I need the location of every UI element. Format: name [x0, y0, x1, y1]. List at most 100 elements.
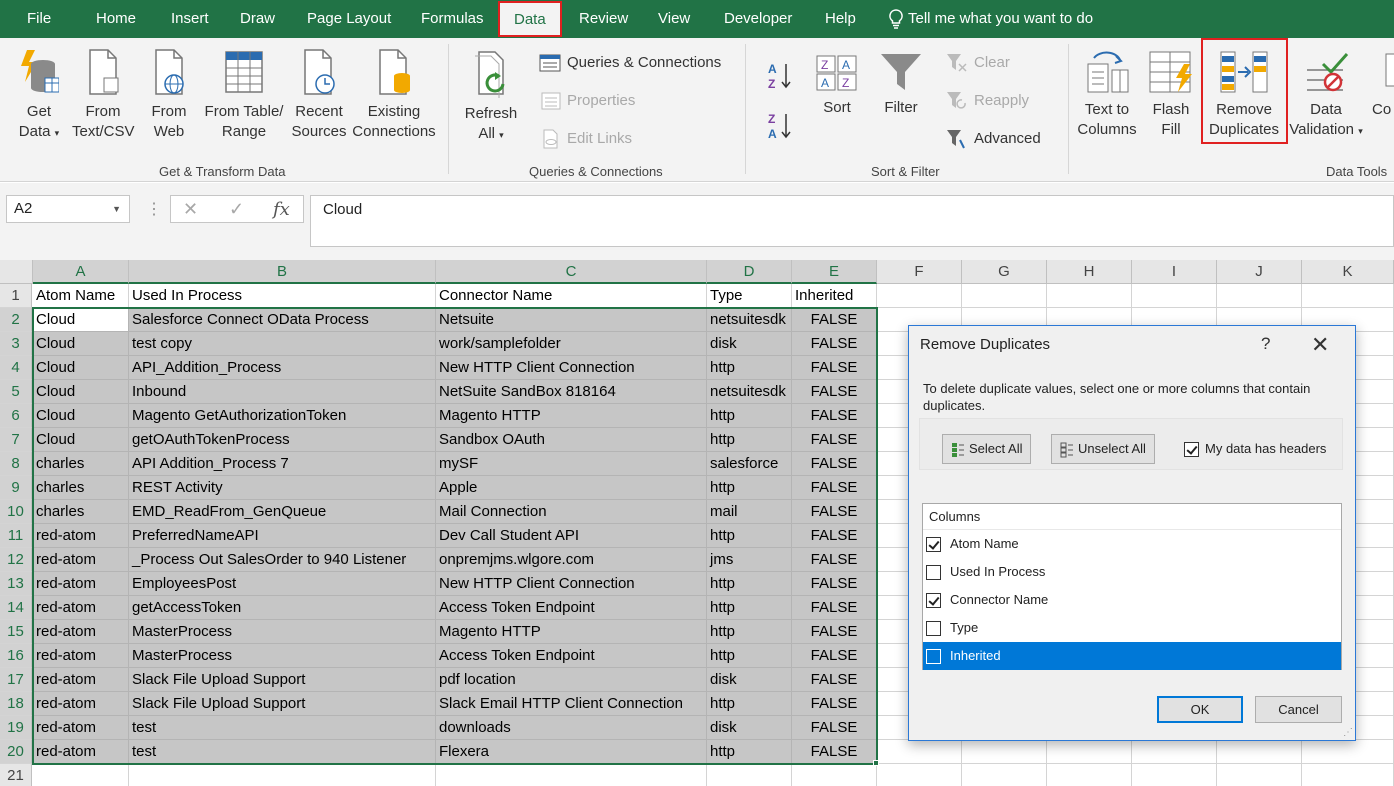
my-data-has-headers-checkbox[interactable]: My data has headers — [1184, 441, 1326, 458]
cell-d12[interactable]: jms — [707, 548, 792, 572]
fill-handle[interactable] — [873, 760, 879, 766]
row-header-6[interactable]: 6 — [0, 404, 32, 428]
tab-developer[interactable]: Developer — [724, 0, 792, 38]
cell-c12[interactable]: onpremjms.wlgore.com — [436, 548, 707, 572]
cell-g1[interactable] — [962, 284, 1047, 308]
cell-b7[interactable]: getOAuthTokenProcess — [129, 428, 436, 452]
cell-a19[interactable]: red-atom — [33, 716, 129, 740]
row-header-13[interactable]: 13 — [0, 572, 32, 596]
row-header-9[interactable]: 9 — [0, 476, 32, 500]
cell-a21[interactable] — [33, 764, 129, 786]
cell-b12[interactable]: _Process Out SalesOrder to 940 Listener — [129, 548, 436, 572]
ok-button[interactable]: OK — [1157, 696, 1243, 723]
cell-d1[interactable]: Type — [707, 284, 792, 308]
cell-e3[interactable]: FALSE — [792, 332, 877, 356]
cell-b21[interactable] — [129, 764, 436, 786]
close-button[interactable]: ✕ — [1311, 332, 1329, 358]
cell-d10[interactable]: mail — [707, 500, 792, 524]
checkbox-box[interactable] — [1184, 442, 1199, 458]
cell-a9[interactable]: charles — [33, 476, 129, 500]
cell-b3[interactable]: test copy — [129, 332, 436, 356]
cell-a7[interactable]: Cloud — [33, 428, 129, 452]
cell-a10[interactable]: charles — [33, 500, 129, 524]
tab-view[interactable]: View — [658, 0, 690, 38]
cell-d18[interactable]: http — [707, 692, 792, 716]
cell-h20[interactable] — [1047, 740, 1132, 764]
cell-j1[interactable] — [1217, 284, 1302, 308]
row-header-11[interactable]: 11 — [0, 524, 32, 548]
cell-d2[interactable]: netsuitesdk — [707, 308, 792, 332]
checkbox-box[interactable] — [926, 593, 941, 609]
cell-g21[interactable] — [962, 764, 1047, 786]
row-header-3[interactable]: 3 — [0, 332, 32, 356]
cell-e12[interactable]: FALSE — [792, 548, 877, 572]
cell-a18[interactable]: red-atom — [33, 692, 129, 716]
tab-formulas[interactable]: Formulas — [421, 0, 484, 38]
chevron-down-icon[interactable]: ▼ — [112, 196, 121, 222]
cell-d15[interactable]: http — [707, 620, 792, 644]
cell-a14[interactable]: red-atom — [33, 596, 129, 620]
formula-bar-grip[interactable]: ⋮ — [146, 199, 162, 219]
row-header-10[interactable]: 10 — [0, 500, 32, 524]
resize-grip-icon[interactable]: ⋰ — [1343, 727, 1353, 738]
cancel-button[interactable]: Cancel — [1255, 696, 1342, 723]
cell-c9[interactable]: Apple — [436, 476, 707, 500]
cell-b16[interactable]: MasterProcess — [129, 644, 436, 668]
cell-j20[interactable] — [1217, 740, 1302, 764]
cell-a8[interactable]: charles — [33, 452, 129, 476]
row-header-5[interactable]: 5 — [0, 380, 32, 404]
flash-fill-button[interactable]: Flash Fill — [1146, 50, 1196, 140]
cell-e13[interactable]: FALSE — [792, 572, 877, 596]
cell-b18[interactable]: Slack File Upload Support — [129, 692, 436, 716]
row-header-20[interactable]: 20 — [0, 740, 32, 764]
cell-d11[interactable]: http — [707, 524, 792, 548]
cell-c15[interactable]: Magento HTTP — [436, 620, 707, 644]
cell-i20[interactable] — [1132, 740, 1217, 764]
cell-f20[interactable] — [877, 740, 962, 764]
cell-f21[interactable] — [877, 764, 962, 786]
cell-c19[interactable]: downloads — [436, 716, 707, 740]
name-box[interactable]: A2 ▼ — [6, 195, 130, 223]
cell-c16[interactable]: Access Token Endpoint — [436, 644, 707, 668]
cell-a1[interactable]: Atom Name — [33, 284, 129, 308]
cell-e20[interactable]: FALSE — [792, 740, 877, 764]
row-header-2[interactable]: 2 — [0, 308, 32, 332]
cell-b8[interactable]: API Addition_Process 7 — [129, 452, 436, 476]
cell-d6[interactable]: http — [707, 404, 792, 428]
cell-b13[interactable]: EmployeesPost — [129, 572, 436, 596]
row-header-19[interactable]: 19 — [0, 716, 32, 740]
cell-b15[interactable]: MasterProcess — [129, 620, 436, 644]
column-header-f[interactable]: F — [877, 260, 962, 284]
cell-a17[interactable]: red-atom — [33, 668, 129, 692]
cell-k20[interactable] — [1302, 740, 1394, 764]
cell-d8[interactable]: salesforce — [707, 452, 792, 476]
recent-sources-button[interactable]: Recent Sources — [290, 48, 348, 142]
text-to-columns-button[interactable]: Text to Columns — [1076, 50, 1138, 140]
cell-a20[interactable]: red-atom — [33, 740, 129, 764]
cell-d17[interactable]: disk — [707, 668, 792, 692]
cell-e8[interactable]: FALSE — [792, 452, 877, 476]
cell-a4[interactable]: Cloud — [33, 356, 129, 380]
cell-c20[interactable]: Flexera — [436, 740, 707, 764]
tell-me-search[interactable]: Tell me what you want to do — [888, 0, 1093, 38]
cell-b20[interactable]: test — [129, 740, 436, 764]
cell-e19[interactable]: FALSE — [792, 716, 877, 740]
cell-c17[interactable]: pdf location — [436, 668, 707, 692]
formula-input[interactable]: Cloud — [310, 195, 1394, 247]
cell-a5[interactable]: Cloud — [33, 380, 129, 404]
column-header-h[interactable]: H — [1047, 260, 1132, 284]
cell-e16[interactable]: FALSE — [792, 644, 877, 668]
tab-help[interactable]: Help — [825, 0, 856, 38]
row-header-7[interactable]: 7 — [0, 428, 32, 452]
cell-f1[interactable] — [877, 284, 962, 308]
cell-b11[interactable]: PreferredNameAPI — [129, 524, 436, 548]
cell-c6[interactable]: Magento HTTP — [436, 404, 707, 428]
cell-e9[interactable]: FALSE — [792, 476, 877, 500]
column-option-inherited[interactable]: Inherited — [923, 642, 1341, 670]
cell-b19[interactable]: test — [129, 716, 436, 740]
column-option-used-in-process[interactable]: Used In Process — [923, 558, 1341, 586]
row-header-14[interactable]: 14 — [0, 596, 32, 620]
row-header-4[interactable]: 4 — [0, 356, 32, 380]
cell-b10[interactable]: EMD_ReadFrom_GenQueue — [129, 500, 436, 524]
cell-d13[interactable]: http — [707, 572, 792, 596]
